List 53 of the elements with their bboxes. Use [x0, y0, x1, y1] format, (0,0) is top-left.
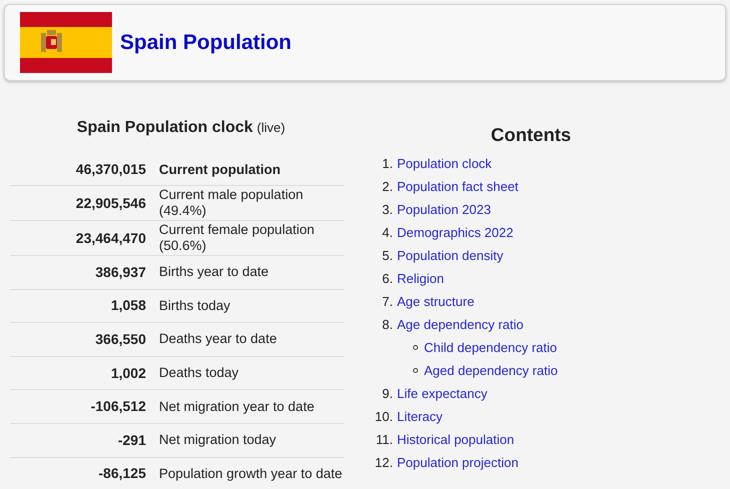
stat-value: 1,058	[110, 296, 146, 316]
stat-value: 22,905,546	[74, 194, 146, 212]
contents-link[interactable]: Population density	[397, 246, 504, 266]
stat-value: -106,512	[90, 397, 146, 416]
contents-link[interactable]: Population projection	[397, 452, 518, 472]
stat-value: 23,464,470	[74, 228, 146, 248]
list-number: 3.	[381, 200, 393, 219]
stat-label: Births today	[159, 298, 232, 314]
stat-label: Population growth year to date	[159, 466, 344, 482]
list-number: 9.	[381, 384, 393, 403]
stat-label: Net migration today	[159, 432, 278, 448]
page-title: Spain Population	[120, 30, 292, 56]
list-number: 1.	[381, 154, 393, 173]
contents-link[interactable]: Historical population	[397, 430, 514, 450]
stat-value: -291	[116, 430, 146, 450]
list-number: 5.	[381, 246, 393, 265]
contents-link[interactable]: Literacy	[397, 406, 443, 426]
contents-link[interactable]: Aged dependency ratio	[424, 360, 558, 380]
contents-link[interactable]: Religion	[397, 268, 444, 288]
stat-label: Deaths year to date	[159, 331, 278, 348]
stat-label: Deaths today	[159, 365, 240, 382]
contents-link[interactable]: Population clock	[397, 154, 492, 174]
list-number: 7.	[381, 292, 393, 311]
stat-label: Births year to date	[159, 264, 270, 280]
clock-title: Spain Population clock	[76, 118, 253, 138]
contents-link[interactable]: Life expectancy	[397, 384, 488, 404]
stat-value: 366,550	[94, 330, 146, 349]
contents-link[interactable]: Age dependency ratio	[397, 314, 524, 334]
list-number: 12.	[374, 454, 393, 472]
stat-value: 1,002	[110, 364, 146, 383]
list-number: 8.	[381, 316, 393, 334]
list-number: 6.	[381, 270, 393, 288]
contents-link[interactable]: Population fact sheet	[397, 176, 518, 196]
spain-flag-icon	[20, 12, 112, 73]
stat-label: Current population	[159, 162, 282, 178]
stat-value: -86,125	[98, 464, 146, 484]
contents-title: Contents	[490, 123, 572, 143]
stat-value: 46,370,015	[74, 160, 146, 179]
contents-link[interactable]: Demographics 2022	[397, 222, 514, 242]
stat-label: Current female population (50.6%)	[159, 222, 316, 254]
contents-link[interactable]: Population 2023	[397, 200, 491, 220]
list-number: 11.	[374, 430, 393, 449]
list-number: 4.	[381, 224, 393, 242]
bullet-icon	[413, 368, 418, 373]
stat-label: Current male population (49.4%)	[159, 187, 304, 219]
list-number: 10.	[374, 408, 393, 426]
clock-note: (live)	[256, 119, 286, 137]
stat-label: Net migration year to date	[159, 398, 316, 415]
bullet-icon	[413, 345, 418, 350]
list-number: 2.	[381, 178, 393, 196]
contents-link[interactable]: Child dependency ratio	[424, 338, 557, 358]
contents-link[interactable]: Age structure	[397, 292, 474, 312]
stat-value: 386,937	[94, 262, 146, 282]
